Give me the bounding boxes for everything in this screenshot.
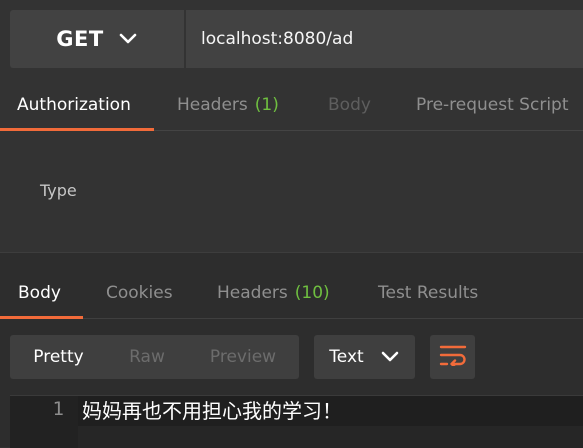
headers-count-badge: (10) — [294, 283, 330, 303]
tab-label: Headers — [217, 283, 288, 303]
tab-label: Authorization — [17, 95, 131, 115]
headers-count-badge: (1) — [254, 95, 279, 115]
preview-button[interactable]: Preview — [187, 335, 299, 379]
response-tabs: Body Cookies Headers (10) Test Results — [0, 268, 583, 319]
raw-button[interactable]: Raw — [107, 335, 187, 379]
url-value: localhost:8080/ad — [201, 29, 354, 49]
wrap-lines-button[interactable] — [430, 335, 475, 379]
preview-label: Preview — [209, 347, 277, 367]
tab-pre-request-script[interactable]: Pre-request Script — [416, 80, 569, 130]
format-select[interactable]: Text — [314, 335, 415, 379]
request-tabs: Authorization Headers (1) Body Pre-reque… — [0, 80, 583, 131]
tab-label: Headers — [177, 95, 248, 115]
line-number: 1 — [52, 398, 64, 420]
response-section: Body Cookies Headers (10) Test Results P… — [0, 252, 583, 448]
tab-cookies[interactable]: Cookies — [106, 268, 173, 318]
line-number-gutter: 1 — [10, 396, 78, 448]
tab-label: Pre-request Script — [416, 95, 569, 115]
tab-label: Body — [18, 283, 61, 303]
tab-response-body[interactable]: Body — [18, 268, 61, 318]
wrap-lines-icon — [439, 344, 467, 370]
request-bar: GET localhost:8080/ad — [0, 0, 583, 78]
tab-response-headers[interactable]: Headers (10) — [217, 268, 330, 318]
tab-authorization[interactable]: Authorization — [17, 80, 131, 130]
method-label: GET — [56, 27, 104, 51]
pretty-label: Pretty — [33, 347, 84, 367]
chevron-down-icon — [118, 29, 138, 49]
authorization-pane: Type — [0, 131, 583, 252]
tab-test-results[interactable]: Test Results — [378, 268, 478, 318]
response-body-viewer[interactable]: 1 妈妈再也不用担心我的学习！ — [10, 395, 583, 448]
tab-label: Body — [328, 95, 371, 115]
response-body-line: 妈妈再也不用担心我的学习！ — [82, 399, 342, 423]
tab-label: Test Results — [378, 283, 479, 303]
format-label: Text — [329, 347, 364, 367]
tab-label: Cookies — [106, 283, 173, 303]
raw-label: Raw — [129, 347, 165, 367]
pretty-button[interactable]: Pretty — [10, 335, 107, 379]
active-tab-indicator — [0, 316, 83, 319]
tab-headers[interactable]: Headers (1) — [177, 80, 279, 130]
url-input[interactable]: localhost:8080/ad — [186, 10, 583, 68]
view-mode-group: Pretty Raw Preview — [10, 335, 299, 379]
method-select[interactable]: GET — [10, 10, 184, 68]
chevron-down-icon — [380, 347, 400, 367]
auth-type-label: Type — [40, 181, 77, 200]
tab-body[interactable]: Body — [328, 80, 371, 130]
